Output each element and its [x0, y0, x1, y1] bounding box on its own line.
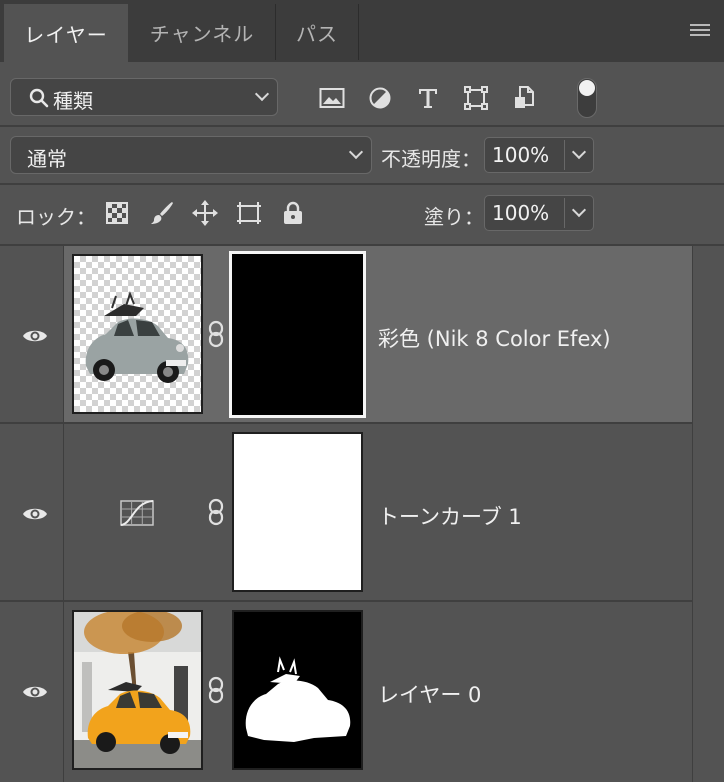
layer-name[interactable]: トーンカーブ 1 [378, 501, 522, 531]
lock-position-icon[interactable] [190, 198, 220, 228]
curves-adjustment-icon[interactable] [120, 500, 154, 526]
blend-mode-value: 通常 [27, 147, 67, 171]
fill-value: 100% [492, 201, 550, 225]
chevron-down-icon [254, 86, 270, 102]
type-filter-icon[interactable] [414, 84, 442, 112]
filter-kind-dropdown[interactable]: 種類 [10, 78, 278, 116]
filter-kind-label: 種類 [53, 89, 93, 113]
opacity-chevron-icon[interactable] [571, 144, 587, 160]
lock-label: ロック： [16, 205, 96, 229]
fill-field[interactable]: 100% [484, 195, 594, 231]
fill-chevron-icon[interactable] [571, 202, 587, 218]
image-filter-icon[interactable] [318, 84, 346, 112]
layer-thumbnail[interactable] [72, 610, 203, 770]
layer-name[interactable]: 彩色 (Nik 8 Color Efex) [378, 323, 611, 353]
lock-artboard-icon[interactable] [234, 198, 264, 228]
car-image-gray [85, 291, 189, 383]
lock-image-pixels-icon[interactable] [147, 198, 177, 228]
layer-row-color-efex[interactable]: 彩色 (Nik 8 Color Efex) [0, 246, 692, 422]
layer-name[interactable]: レイヤー 0 [378, 679, 481, 709]
car-silhouette-mask [245, 656, 351, 742]
smart-object-filter-icon[interactable] [510, 84, 538, 112]
layers-list: 彩色 (Nik 8 Color Efex) トーンカーブ 1 レイヤー 0 [0, 246, 692, 782]
tab-paths[interactable]: パス [276, 4, 358, 60]
scrollbar[interactable] [692, 246, 724, 782]
layer-row-curves[interactable]: トーンカーブ 1 [0, 424, 692, 600]
adjustment-filter-icon[interactable] [366, 84, 394, 112]
panel-menu-icon[interactable] [690, 24, 710, 38]
opacity-field[interactable]: 100% [484, 137, 594, 173]
layer-mask-thumbnail[interactable] [232, 610, 363, 770]
tab-layers-label: レイヤー [24, 22, 108, 47]
layer-thumbnail[interactable] [72, 254, 203, 414]
tab-channels[interactable]: チャンネル [130, 4, 274, 60]
tab-layers[interactable]: レイヤー [4, 4, 128, 62]
lock-all-icon[interactable] [278, 198, 308, 228]
blend-mode-dropdown[interactable]: 通常 [10, 136, 372, 174]
eye-icon[interactable] [22, 506, 48, 522]
layer-mask-thumbnail[interactable] [229, 251, 366, 418]
lock-transparent-pixels-icon[interactable] [102, 198, 132, 228]
eye-icon[interactable] [22, 328, 48, 344]
opacity-value: 100% [492, 143, 550, 167]
car-photo-image [74, 612, 201, 768]
layer-mask-thumbnail[interactable] [232, 432, 363, 592]
filter-toggle[interactable] [577, 78, 597, 118]
chevron-down-icon [348, 144, 364, 160]
link-chain-icon[interactable] [207, 320, 225, 348]
opacity-label: 不透明度： [381, 147, 481, 171]
panel-tab-bar: レイヤー チャンネル パス [0, 0, 724, 62]
search-icon [29, 88, 49, 108]
layer-row-layer0[interactable]: レイヤー 0 [0, 602, 692, 782]
link-chain-icon[interactable] [207, 676, 225, 704]
shape-filter-icon[interactable] [462, 84, 490, 112]
fill-label: 塗り： [424, 205, 484, 229]
tab-channels-label: チャンネル [149, 21, 255, 46]
eye-icon[interactable] [22, 684, 48, 700]
tab-paths-label: パス [296, 21, 338, 46]
link-chain-icon[interactable] [207, 498, 225, 526]
